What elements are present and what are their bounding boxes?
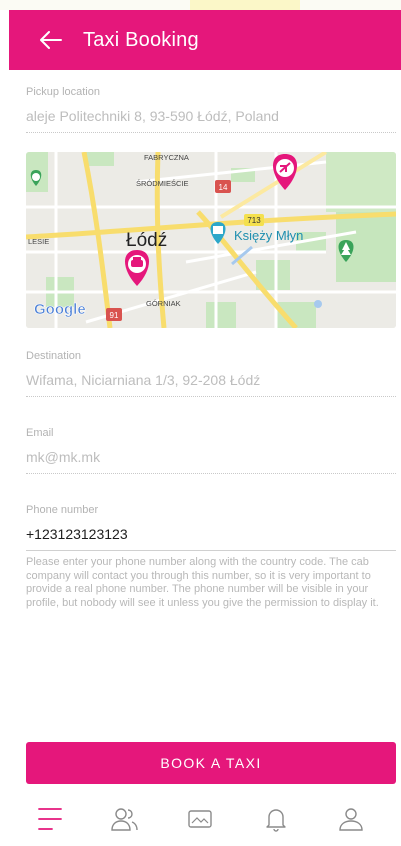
back-button[interactable] <box>33 22 69 58</box>
nav-menu[interactable] <box>28 797 72 841</box>
svg-text:14: 14 <box>219 183 228 192</box>
pickup-field[interactable]: Pickup location aleje Politechniki 8, 93… <box>26 86 396 133</box>
map-label-srodmiescie: ŚRÓDMIEŚCIE <box>136 179 189 188</box>
email-field[interactable]: Email mk@mk.mk <box>26 427 396 474</box>
arrow-left-icon <box>40 31 62 49</box>
status-strip <box>0 0 401 10</box>
pickup-value[interactable]: aleje Politechniki 8, 93-590 Łódź, Polan… <box>26 108 396 124</box>
email-underline <box>26 473 396 474</box>
people-icon <box>111 808 138 831</box>
phone-field[interactable]: Phone number +123123123123 <box>26 504 396 551</box>
email-label: Email <box>26 427 54 439</box>
nav-profile[interactable] <box>329 797 373 841</box>
phone-label: Phone number <box>26 504 99 516</box>
profile-icon <box>339 808 363 831</box>
destination-label: Destination <box>26 350 82 362</box>
destination-value[interactable]: Wifama, Niciarniana 1/3, 92-208 Łódź <box>26 372 396 388</box>
nav-notifications[interactable] <box>254 797 298 841</box>
svg-text:713: 713 <box>247 216 261 225</box>
status-highlight <box>190 0 300 10</box>
map-label-ksiezy: Księży Młyn <box>234 228 303 243</box>
pickup-label: Pickup location <box>26 86 100 98</box>
page-title: Taxi Booking <box>83 28 199 51</box>
map-label-gorniak: GÓRNIAK <box>146 299 181 308</box>
map-city-label: Łódź <box>126 230 167 251</box>
road-badge-91: 91 <box>106 308 122 321</box>
app-bar: Taxi Booking <box>9 10 401 70</box>
menu-icon <box>37 808 62 830</box>
road-badge-14: 14 <box>215 180 231 193</box>
email-value[interactable]: mk@mk.mk <box>26 449 396 465</box>
phone-help-text: Please enter your phone number along wit… <box>26 556 379 609</box>
nav-people[interactable] <box>103 797 147 841</box>
destination-underline <box>26 396 396 397</box>
bottom-nav <box>0 792 401 846</box>
road-badge-713: 713 <box>244 214 264 226</box>
map-label-fabryczna: FABRYCZNA <box>144 153 189 162</box>
image-icon <box>188 810 213 828</box>
google-logo: Google <box>34 301 86 318</box>
bell-icon <box>266 809 286 832</box>
phone-input[interactable]: +123123123123 <box>26 526 396 542</box>
pickup-underline <box>26 132 396 133</box>
route-map[interactable]: FABRYCZNA ŚRÓDMIEŚCIE LESIE GÓRNIAK Łódź… <box>26 152 396 328</box>
svg-text:91: 91 <box>110 311 119 320</box>
destination-field[interactable]: Destination Wifama, Niciarniana 1/3, 92-… <box>26 350 396 397</box>
book-taxi-button[interactable]: BOOK A TAXI <box>26 742 396 784</box>
map-label-lesie: LESIE <box>28 237 49 246</box>
nav-gallery[interactable] <box>178 797 222 841</box>
phone-underline <box>26 550 396 551</box>
